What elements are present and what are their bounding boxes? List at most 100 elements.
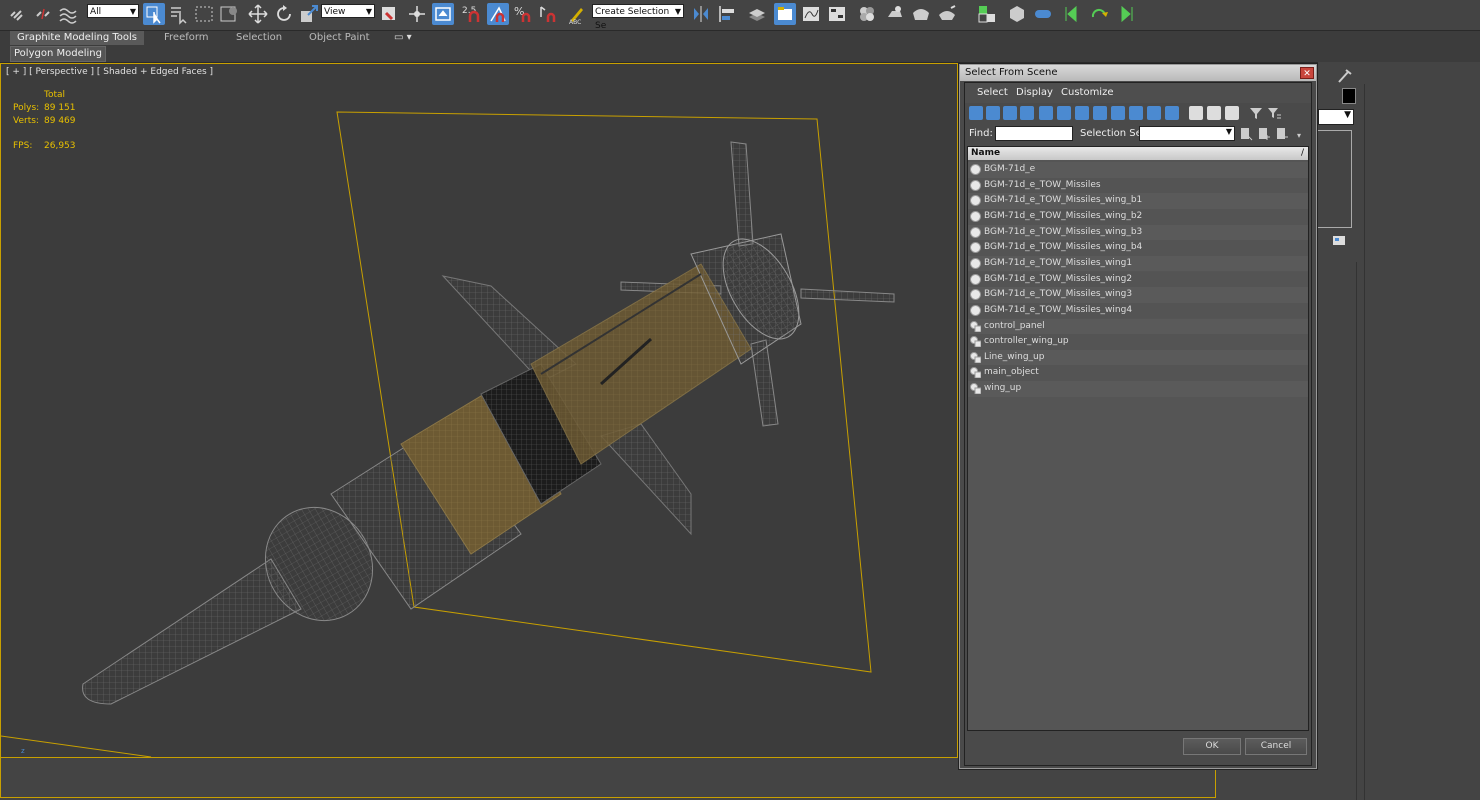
cancel-button[interactable]: Cancel [1245,738,1307,755]
move-icon[interactable] [247,3,269,25]
menu-select[interactable]: Select [977,87,1008,98]
shape-icon [970,320,982,332]
create-selection-set-icon[interactable] [1239,127,1253,141]
geometry-icon [970,179,981,191]
advanced-filter-icon[interactable] [1267,106,1281,120]
list-item[interactable]: BGM-71d_e_TOW_Missiles_wing_b3 [968,224,1308,241]
find-input[interactable] [995,126,1073,141]
list-item[interactable]: controller_wing_up [968,334,1308,350]
expand-options-icon[interactable]: ▾ [1297,131,1311,145]
display-frozen-icon[interactable] [1147,106,1161,120]
layer-icon[interactable] [746,3,768,25]
snap-toggle-icon[interactable]: 2.5 [460,3,482,25]
display-bones-icon[interactable] [1111,106,1125,120]
select-by-name-icon[interactable] [168,3,190,25]
scale-icon[interactable] [298,3,320,25]
menu-customize[interactable]: Customize [1061,87,1114,98]
modifier-stack[interactable] [1318,130,1352,228]
display-space-warps-icon[interactable] [1057,106,1071,120]
display-groups-icon[interactable] [1075,106,1089,120]
capsule-icon[interactable] [1032,3,1054,25]
display-all-icon[interactable] [1189,106,1203,120]
display-invert-icon[interactable] [1225,106,1239,120]
display-none-icon[interactable] [1207,106,1221,120]
list-item-label: wing_up [984,383,1022,394]
modify-tab-icon[interactable] [1336,68,1354,84]
list-item[interactable]: BGM-71d_e_TOW_Missiles_wing2 [968,271,1308,288]
select-from-scene-dialog: Select From Scene ✕ Select Display Custo… [959,64,1317,769]
list-item[interactable]: BGM-71d_e_TOW_Missiles_wing_b4 [968,240,1308,256]
tab-freeform[interactable]: Freeform [164,31,209,45]
object-color-swatch[interactable] [1342,88,1356,104]
list-item[interactable]: main_object [968,365,1308,382]
menu-display[interactable]: Display [1016,87,1053,98]
named-selection-select[interactable]: Create Selection Se ▼ [592,4,684,31]
list-item[interactable]: BGM-71d_e_TOW_Missiles_wing1 [968,255,1308,272]
selection-set-dropdown[interactable]: ▼ [1139,126,1235,141]
curve-editor-icon[interactable] [800,3,822,25]
remove-from-selection-set-icon[interactable] [1275,127,1289,141]
align-icon[interactable] [716,3,738,25]
list-item[interactable]: BGM-71d_e_TOW_Missiles_wing_b2 [968,208,1308,225]
keyboard-shortcut-override-icon[interactable] [432,3,454,25]
render-setup-icon[interactable] [884,3,906,25]
list-item[interactable]: BGM-71d_e_TOW_Missiles [968,177,1308,194]
rendered-frame-icon[interactable] [910,3,932,25]
scene-object-list[interactable]: Name / BGM-71d_e BGM-71d_e_TOW_Missiles BG… [967,146,1309,731]
list-item[interactable]: BGM-71d_e_TOW_Missiles_wing4 [968,302,1308,319]
use-pivot-icon[interactable] [378,3,400,25]
dialog-title-bar[interactable]: Select From Scene ✕ [960,65,1316,81]
display-lights-icon[interactable] [1003,106,1017,120]
anim-loop-icon[interactable] [1088,3,1110,25]
reference-coord-select[interactable]: View ▼ [321,4,375,18]
xref-icon[interactable] [1006,3,1028,25]
filter-icon[interactable] [1249,106,1263,120]
list-item[interactable]: BGM-71d_e [968,162,1308,178]
list-item[interactable]: BGM-71d_e_TOW_Missiles_wing_b1 [968,193,1308,209]
perspective-viewport[interactable]: [ + ] [ Perspective ] [ Shaded + Edged F… [0,63,958,758]
list-item[interactable]: control_panel [968,318,1308,335]
schematic-view-icon[interactable] [826,3,848,25]
material-editor-icon[interactable] [856,3,878,25]
display-xrefs-icon[interactable] [1093,106,1107,120]
close-icon[interactable]: ✕ [1300,67,1314,79]
tab-selection[interactable]: Selection [236,31,282,45]
render-icon[interactable] [936,3,958,25]
polygon-modeling-button[interactable]: Polygon Modeling [10,46,106,62]
display-shapes-icon[interactable] [986,106,1000,120]
display-containers-icon[interactable] [1129,106,1143,120]
select-object-icon[interactable] [143,3,165,25]
tab-graphite-modeling-tools[interactable]: Graphite Modeling Tools [10,31,144,45]
add-to-selection-set-icon[interactable] [1257,127,1271,141]
scene-explorer-icon[interactable] [774,3,796,25]
percent-snap-icon[interactable]: % [512,3,534,25]
display-cameras-icon[interactable] [1020,106,1034,120]
spinner-snap-icon[interactable] [537,3,559,25]
display-geometry-icon[interactable] [969,106,983,120]
list-item[interactable]: wing_up [968,381,1308,397]
tab-object-paint[interactable]: Object Paint [309,31,370,45]
rotate-icon[interactable] [273,3,295,25]
display-helpers-icon[interactable] [1039,106,1053,120]
edit-named-sel-icon[interactable]: ABC [566,3,588,26]
anim-end-icon[interactable] [1114,3,1136,25]
viewport-layout-icon[interactable] [976,3,998,25]
list-item[interactable]: BGM-71d_e_TOW_Missiles_wing3 [968,287,1308,303]
configure-modifier-sets-icon[interactable] [1332,234,1348,248]
selection-filter-select[interactable]: All ▼ [87,4,139,18]
anim-start-icon[interactable] [1062,3,1084,25]
bind-space-warp-icon[interactable] [57,3,79,25]
mirror-icon[interactable] [690,3,712,25]
unlink-icon[interactable] [32,3,54,25]
modifier-list-dropdown[interactable]: ▼ [1318,109,1354,125]
ribbon-options-icon[interactable]: ▭ ▾ [394,31,412,45]
select-manipulate-icon[interactable] [406,3,428,25]
name-column-header[interactable]: Name / [968,147,1308,160]
list-item[interactable]: Line_wing_up [968,349,1308,366]
display-hidden-icon[interactable] [1165,106,1179,120]
ok-button[interactable]: OK [1183,738,1241,755]
angle-snap-icon[interactable] [487,3,509,25]
link-icon[interactable] [6,3,28,25]
rect-region-icon[interactable] [193,3,215,25]
window-crossing-icon[interactable] [218,3,240,25]
